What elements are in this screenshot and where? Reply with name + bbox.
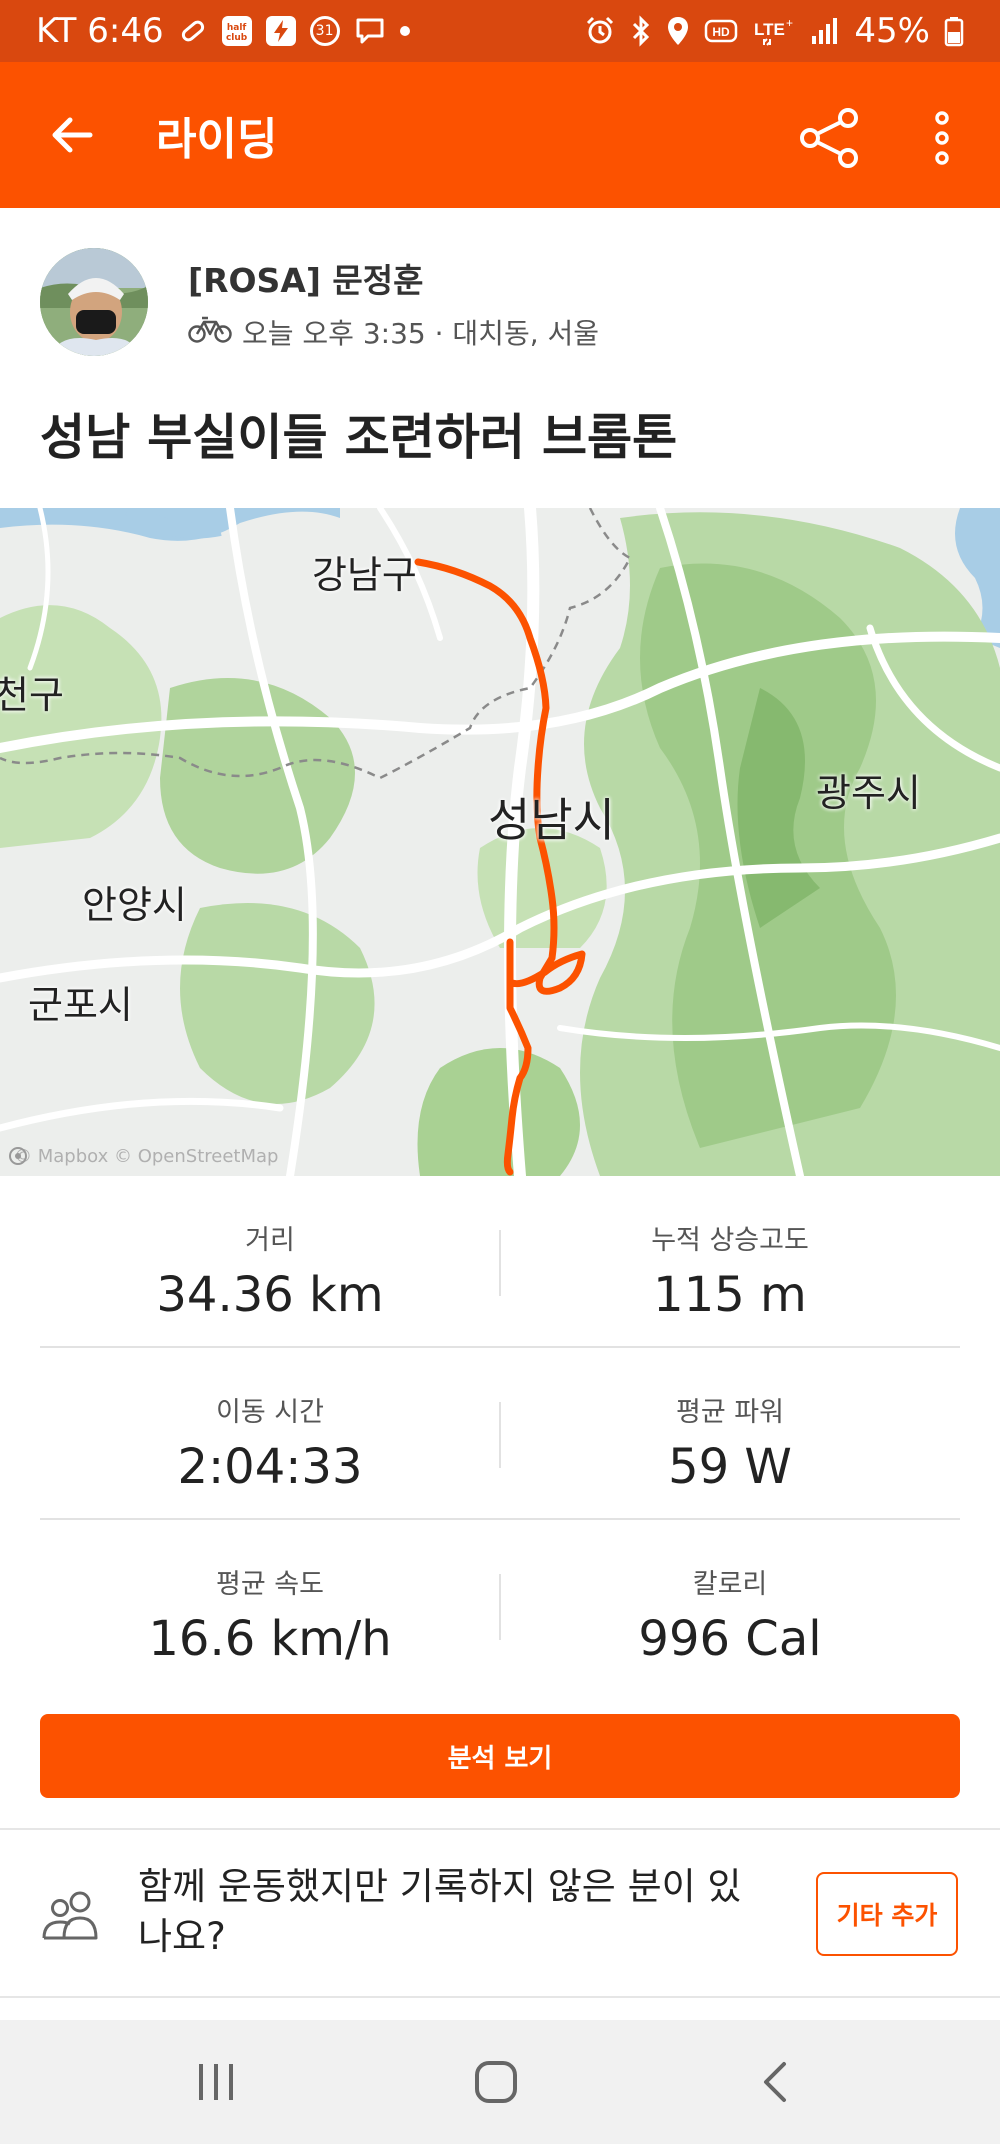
- share-icon[interactable]: [790, 98, 870, 178]
- route-map[interactable]: 강남구 천구 성남시 광주시 안양시 군포시 © Mapbox © OpenSt…: [0, 508, 1000, 1176]
- athlete-name[interactable]: [ROSA] 문정훈: [188, 254, 424, 302]
- back-arrow-icon[interactable]: [36, 99, 108, 171]
- alarm-icon: [584, 15, 616, 47]
- home-icon[interactable]: [446, 2044, 546, 2120]
- calendar-text: 31: [315, 23, 334, 39]
- map-label-gwangju: 광주시: [816, 771, 921, 815]
- page-title: 라이딩: [156, 114, 278, 165]
- location-icon: [666, 15, 690, 47]
- athlete-header: [ROSA] 문정훈 오늘 오후 3:35 · 대치동, 서울: [0, 208, 1000, 368]
- map-label-gunpo: 군포시: [28, 983, 133, 1027]
- stat-value: 2:04:33: [177, 1439, 363, 1495]
- view-analysis-button[interactable]: 분석 보기: [40, 1714, 960, 1798]
- stat-avg-speed: 평균 속도 16.6 km/h: [40, 1520, 500, 1690]
- stat-value: 34.36 km: [156, 1267, 384, 1323]
- status-bar: KT 6:46 half club 31 HD LTE + 45%: [0, 0, 1000, 62]
- stat-avg-power: 평균 파워 59 W: [500, 1348, 960, 1518]
- bluetooth-icon: [630, 15, 652, 47]
- stat-value: 996 Cal: [638, 1611, 822, 1667]
- dot-icon: [399, 26, 410, 36]
- bandage-icon: [178, 16, 208, 46]
- stats-grid: 거리 34.36 km 누적 상승고도 115 m 이동 시간 2:04:33 …: [40, 1176, 960, 1690]
- svg-text:+: +: [786, 16, 793, 30]
- stat-label: 거리: [245, 1225, 295, 1256]
- more-vertical-icon[interactable]: [910, 98, 974, 178]
- stat-label: 평균 속도: [216, 1569, 324, 1600]
- stat-label: 평균 파워: [676, 1397, 784, 1428]
- stat-moving-time: 이동 시간 2:04:33: [40, 1348, 500, 1518]
- map-label-seongnam: 성남시: [488, 793, 615, 847]
- divider: [0, 1828, 1000, 1830]
- signal-icon: [810, 16, 840, 46]
- recent-apps-icon[interactable]: [166, 2044, 266, 2120]
- activity-meta-text: 오늘 오후 3:35 · 대치동, 서울: [242, 317, 600, 350]
- activity-title: 성남 부실이들 조련하러 브롬톤: [40, 409, 678, 466]
- stat-elevation-gain: 누적 상승고도 115 m: [500, 1176, 960, 1346]
- stats-row: 거리 34.36 km 누적 상승고도 115 m: [40, 1176, 960, 1348]
- divider: [0, 1996, 1000, 1998]
- stat-distance: 거리 34.36 km: [40, 1176, 500, 1346]
- avatar[interactable]: [40, 248, 148, 356]
- map-label-anyang: 안양시: [82, 883, 187, 927]
- people-icon: [40, 1886, 104, 1942]
- halfclub-text: half club: [225, 23, 248, 43]
- stats-row: 이동 시간 2:04:33 평균 파워 59 W: [40, 1348, 960, 1520]
- stat-value: 59 W: [668, 1439, 792, 1495]
- attribution-text: © Mapbox © OpenStreetMap: [14, 1146, 279, 1167]
- stat-label: 누적 상승고도: [651, 1225, 809, 1256]
- carrier-time: KT 6:46: [36, 11, 164, 51]
- calendar-31-icon: 31: [309, 16, 340, 46]
- activity-meta: 오늘 오후 3:35 · 대치동, 서울: [188, 312, 599, 352]
- svg-text:HD: HD: [713, 25, 731, 39]
- system-nav-bar: [0, 2020, 1000, 2144]
- nav-back-icon[interactable]: [726, 2044, 826, 2120]
- stats-row: 평균 속도 16.6 km/h 칼로리 996 Cal: [40, 1520, 960, 1690]
- battery-icon: [944, 15, 964, 47]
- hd-icon: HD: [704, 16, 738, 46]
- stat-value: 115 m: [653, 1267, 807, 1323]
- stat-calories: 칼로리 996 Cal: [500, 1520, 960, 1690]
- map-label-gangnam: 강남구: [312, 553, 417, 597]
- chat-icon: [354, 16, 386, 46]
- stat-label: 칼로리: [692, 1569, 768, 1600]
- bicycle-icon: [188, 314, 232, 351]
- map-attribution[interactable]: © Mapbox © OpenStreetMap: [8, 1146, 278, 1167]
- svg-text:LTE: LTE: [754, 20, 785, 39]
- add-others-button[interactable]: 기타 추가: [816, 1872, 958, 1956]
- bolt-app-icon: [265, 16, 296, 46]
- lte-icon: LTE +: [752, 15, 796, 47]
- stat-label: 이동 시간: [216, 1397, 324, 1428]
- app-bar: 라이딩: [0, 62, 1000, 208]
- battery-percent: 45%: [854, 11, 930, 51]
- halfclub-app-icon: half club: [221, 16, 252, 46]
- add-others-message: 함께 운동했지만 기록하지 않은 분이 있나요?: [138, 1865, 742, 1958]
- map-label-seocho: 천구: [0, 673, 64, 717]
- add-others-section: 함께 운동했지만 기록하지 않은 분이 있나요? 기타 추가: [0, 1832, 1000, 2000]
- stat-value: 16.6 km/h: [148, 1611, 392, 1667]
